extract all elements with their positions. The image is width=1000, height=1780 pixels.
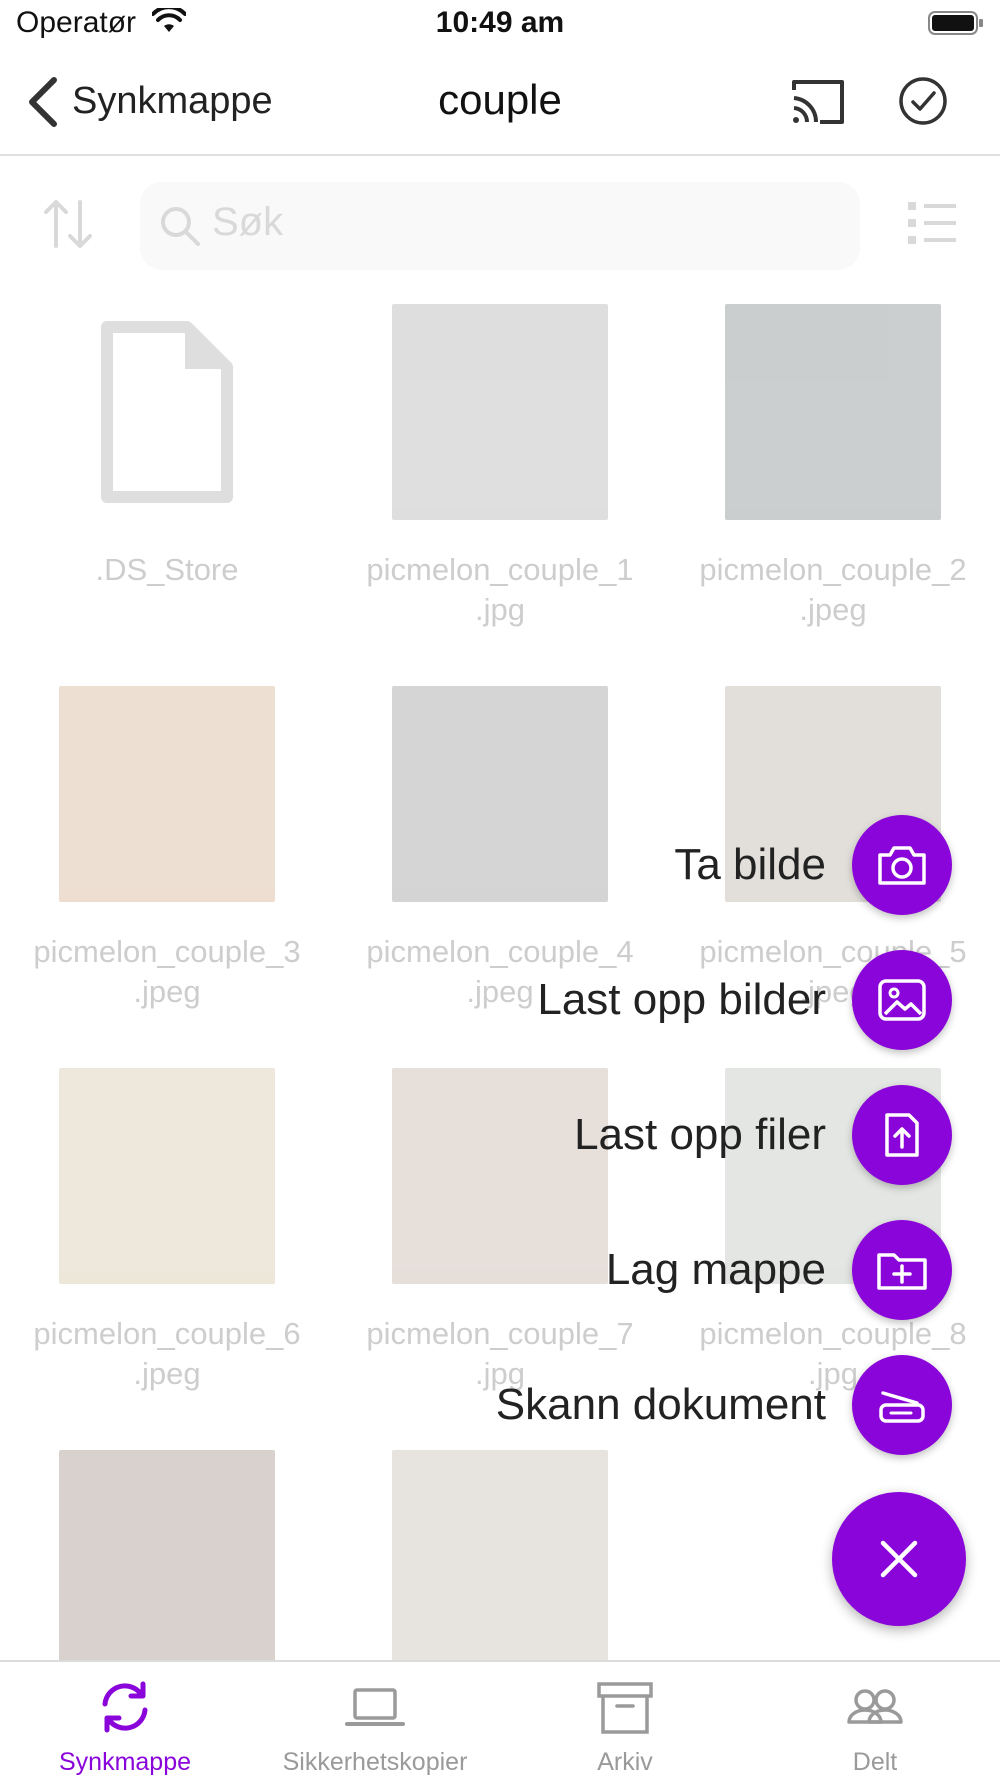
tab-sync-folder[interactable]: Synkmappe: [0, 1662, 250, 1780]
image-thumbnail: [725, 304, 941, 520]
image-thumbnail: [59, 686, 275, 902]
file-tile[interactable]: [0, 1450, 334, 1666]
navigation-bar: Synkmappe couple: [0, 50, 1000, 156]
file-tile[interactable]: picmelon_couple_1 .jpg: [333, 304, 667, 630]
action-take-photo[interactable]: Ta bilde: [674, 815, 952, 915]
action-label: Skann dokument: [495, 1380, 826, 1429]
file-name: picmelon_couple_7: [366, 1316, 634, 1351]
action-label: Last opp bilder: [537, 975, 826, 1024]
camera-icon[interactable]: [852, 815, 952, 915]
image-thumbnail: [392, 304, 608, 520]
file-tile[interactable]: .DS_Store: [0, 304, 334, 590]
battery-icon: [928, 11, 983, 35]
search-input[interactable]: Søk: [140, 182, 860, 270]
file-name: picmelon_couple_6: [33, 1316, 301, 1351]
image-icon[interactable]: [852, 950, 952, 1050]
file-extension: .jpeg: [799, 592, 867, 627]
laptop-icon: [345, 1688, 405, 1726]
file-tile[interactable]: [333, 1450, 667, 1666]
file-upload-icon[interactable]: [852, 1085, 952, 1185]
tab-label: Delt: [852, 1748, 898, 1776]
action-scan-document[interactable]: Skann dokument: [496, 1355, 952, 1455]
action-label: Last opp filer: [574, 1110, 826, 1159]
action-label: Ta bilde: [674, 840, 826, 889]
tab-label: Synkmappe: [58, 1748, 192, 1776]
image-thumbnail: [392, 1450, 608, 1666]
document-icon: [59, 304, 275, 520]
tab-shared[interactable]: Delt: [750, 1662, 1000, 1780]
file-tile[interactable]: picmelon_couple_6 .jpeg: [0, 1068, 334, 1394]
tab-bar: Synkmappe Sikkerhetskopier Arkiv Delt: [0, 1660, 1000, 1780]
status-bar: Operatør 10:49 am: [0, 0, 1000, 50]
image-thumbnail: [59, 1068, 275, 1284]
cast-icon[interactable]: [790, 76, 846, 126]
tab-label: Arkiv: [597, 1748, 653, 1776]
image-thumbnail: [392, 686, 608, 902]
search-icon: [161, 207, 200, 246]
action-label: Lag mappe: [605, 1245, 826, 1294]
tab-label: Sikkerhetskopier: [282, 1748, 468, 1776]
scanner-icon[interactable]: [852, 1355, 952, 1455]
sort-icon[interactable]: [40, 196, 96, 252]
action-create-folder[interactable]: Lag mappe: [606, 1220, 952, 1320]
select-check-icon[interactable]: [898, 76, 948, 126]
sync-icon: [102, 1681, 148, 1733]
file-tile[interactable]: picmelon_couple_3 .jpeg: [0, 686, 334, 1012]
folder-plus-icon[interactable]: [852, 1220, 952, 1320]
tab-backups[interactable]: Sikkerhetskopier: [250, 1662, 500, 1780]
file-name: .DS_Store: [95, 552, 239, 587]
page-title: couple: [438, 76, 562, 123]
file-name: picmelon_couple_8: [699, 1316, 967, 1351]
people-icon: [847, 1689, 903, 1724]
file-name: picmelon_couple_2: [699, 552, 967, 587]
file-extension: .jpeg: [133, 1356, 201, 1391]
close-icon: [880, 1540, 918, 1578]
clock: 10:49 am: [435, 6, 565, 39]
file-name: picmelon_couple_1: [366, 552, 634, 587]
tab-archive[interactable]: Arkiv: [500, 1662, 750, 1780]
file-extension: .jpeg: [133, 974, 201, 1009]
search-placeholder: Søk: [212, 200, 284, 244]
action-upload-images[interactable]: Last opp bilder: [537, 950, 952, 1050]
archive-box-icon: [597, 1682, 653, 1734]
file-tile[interactable]: picmelon_couple_2 .jpeg: [666, 304, 1000, 630]
action-upload-files[interactable]: Last opp filer: [574, 1085, 952, 1185]
file-extension: .jpg: [475, 592, 525, 627]
file-name: picmelon_couple_3: [33, 934, 301, 969]
image-thumbnail: [59, 1450, 275, 1666]
list-view-icon[interactable]: [908, 200, 956, 246]
close-fab-button[interactable]: [832, 1492, 966, 1626]
